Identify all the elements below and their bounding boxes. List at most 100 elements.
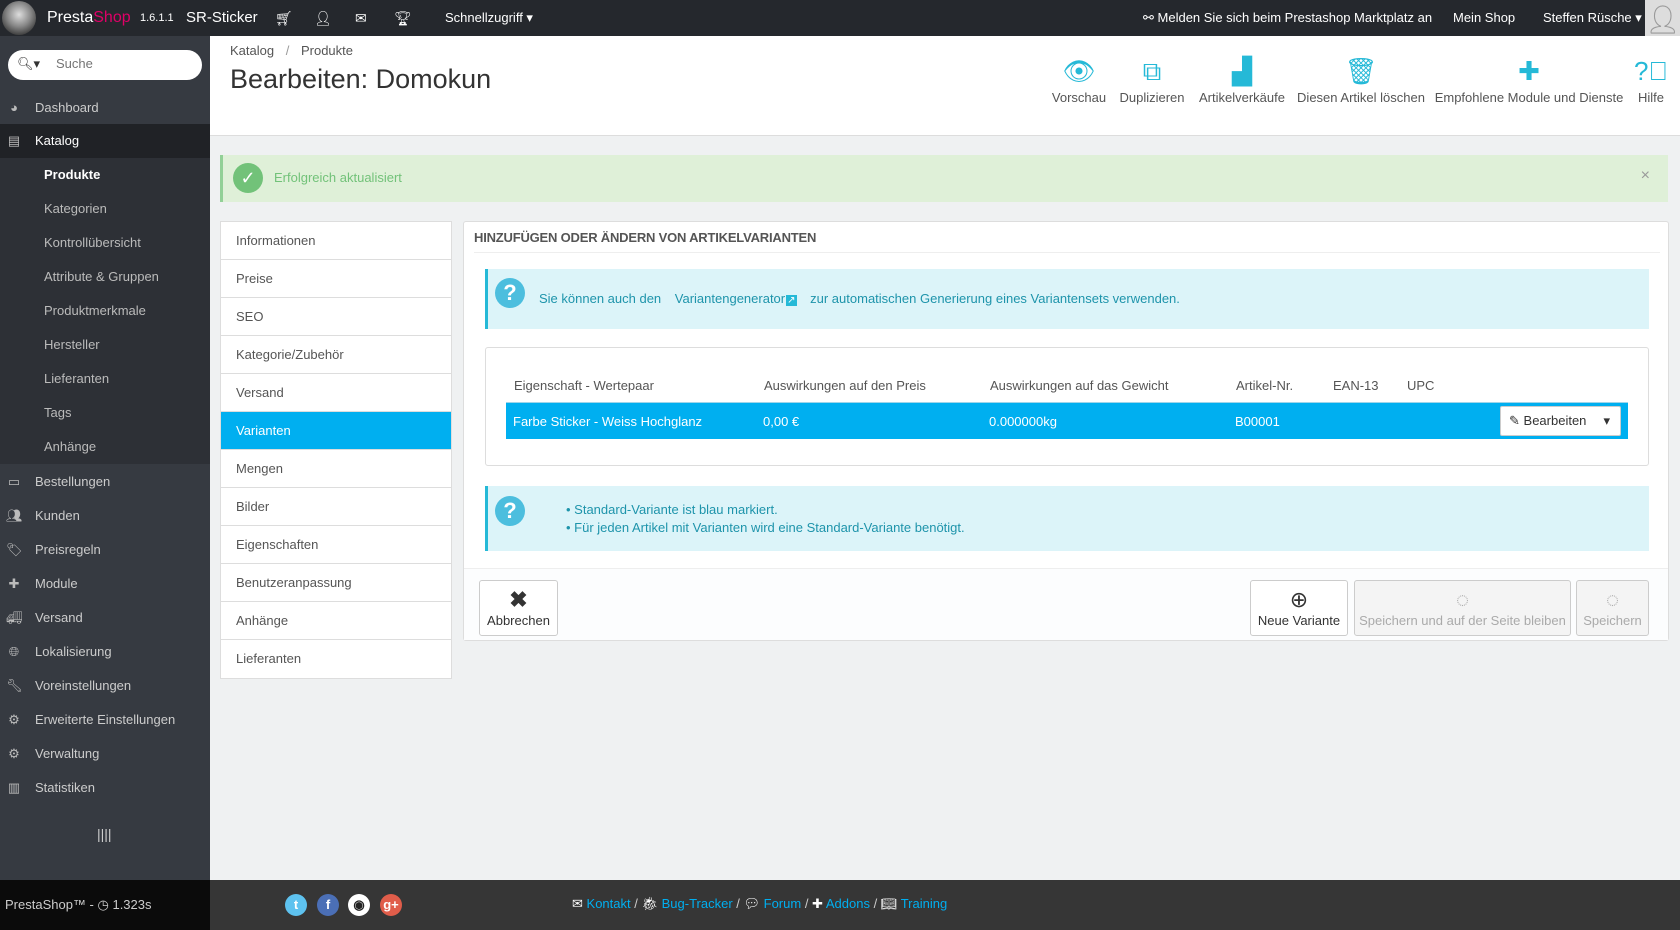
mail-icon[interactable]: ✉ [355, 0, 367, 36]
sidebar-item-kunden[interactable]: 👥︎ Kunden [0, 499, 210, 533]
breadcrumb: Katalog / Produkte [230, 43, 354, 58]
tab-varianten[interactable]: Varianten [221, 412, 451, 450]
generator-info: ? Sie können auch den Variantengenerator… [485, 269, 1649, 329]
sidebar-item-erweiterte-einstellungen[interactable]: ⚙ Erweiterte Einstellungen [0, 703, 210, 737]
question-icon: ? [495, 496, 525, 526]
sidebar-item-katalog[interactable]: ▤ Katalog [0, 124, 210, 158]
sidebar-item-voreinstellungen[interactable]: 🔧︎ Voreinstellungen [0, 669, 210, 703]
tab-seo[interactable]: SEO [221, 298, 451, 336]
tab-anhaenge[interactable]: Anhänge [221, 602, 451, 640]
addons-link[interactable]: Addons [826, 896, 870, 911]
trophy-icon[interactable]: 🏆︎ [394, 0, 412, 36]
tab-kategorie[interactable]: Kategorie/Zubehör [221, 336, 451, 374]
variants-table: Eigenschaft - Wertepaar Auswirkungen auf… [485, 347, 1649, 466]
breadcrumb-katalog[interactable]: Katalog [230, 43, 274, 58]
envelope-icon: ✉ [572, 896, 583, 911]
sidebar-item-verwaltung[interactable]: ⚙ Verwaltung [0, 737, 210, 771]
info-text-post: zur automatischen Generierung eines Vari… [810, 291, 1180, 306]
tab-eigenschaften[interactable]: Eigenschaften [221, 526, 451, 564]
spinner-icon: ◌ [1605, 587, 1620, 612]
user-menu[interactable]: Steffen Rüsche ▾ [1543, 0, 1642, 36]
trash-icon: 🗑︎ [1344, 56, 1378, 86]
sidebar-item-dashboard[interactable]: ◕ Dashboard [0, 91, 210, 125]
quick-access-dropdown[interactable]: Schnellzugriff ▾ [445, 0, 533, 36]
product-tabs: Informationen Preise SEO Kategorie/Zubeh… [220, 221, 452, 679]
training-link[interactable]: Training [901, 896, 947, 911]
col-header: Artikel-Nr. [1236, 378, 1294, 393]
save-and-stay-button[interactable]: ◌ Speichern und auf der Seite bleiben [1354, 580, 1571, 636]
cell-reference: B00001 [1235, 414, 1280, 429]
contact-link[interactable]: Kontakt [587, 896, 631, 911]
search-box[interactable]: 🔍︎▾ [8, 50, 202, 80]
shop-logo[interactable] [2, 1, 36, 35]
sidebar-sub-lieferanten[interactable]: Lieferanten [0, 362, 210, 396]
modules-button[interactable]: ✚ Empfohlene Module und Dienste [1435, 56, 1624, 105]
sidebar-sub-attribute[interactable]: Attribute & Gruppen [0, 260, 210, 294]
tab-versand[interactable]: Versand [221, 374, 451, 412]
caret-down-icon[interactable]: ▾ [1603, 407, 1610, 435]
github-icon[interactable]: ◉ [348, 894, 370, 916]
table-row[interactable]: Farbe Sticker - Weiss Hochglanz 0,00 € 0… [506, 402, 1628, 439]
tab-informationen[interactable]: Informationen [221, 222, 451, 260]
collapse-sidebar-icon[interactable]: |||| [97, 826, 112, 842]
book-icon: 📖︎ [880, 896, 898, 911]
tab-bilder[interactable]: Bilder [221, 488, 451, 526]
bug-tracker-link[interactable]: Bug-Tracker [662, 896, 733, 911]
dashboard-icon: ◕ [10, 100, 18, 115]
col-header: Auswirkungen auf den Preis [764, 378, 926, 393]
close-icon[interactable]: × [1641, 167, 1650, 185]
sidebar-sub-kontrolluebersicht[interactable]: Kontrollübersicht [0, 226, 210, 260]
avatar[interactable]: 👤︎ [1645, 0, 1680, 36]
footer: PrestaShop™ - ◷ 1.323s t f ◉ g+ ✉ Kontak… [0, 880, 1680, 930]
user-icon[interactable]: 👤︎ [314, 0, 332, 36]
search-icon[interactable]: 🔍︎▾ [17, 56, 40, 72]
sidebar-sub-anhaenge[interactable]: Anhänge [0, 430, 210, 464]
sidebar-item-lokalisierung[interactable]: 🌐︎ Lokalisierung [0, 635, 210, 669]
puzzle-icon: ✚ [812, 896, 823, 911]
info-text: Sie können auch den [539, 291, 662, 306]
facebook-icon[interactable]: f [317, 894, 339, 916]
my-shop-link[interactable]: Mein Shop [1453, 0, 1515, 36]
duplicate-button[interactable]: ⧉ Duplizieren [1119, 56, 1184, 105]
tab-mengen[interactable]: Mengen [221, 450, 451, 488]
variant-generator-link[interactable]: Variantengenerator ↗ [675, 291, 797, 306]
google-plus-icon[interactable]: g+ [380, 894, 402, 916]
sidebar-item-module[interactable]: ✚ Module [0, 567, 210, 601]
shop-name[interactable]: SR-Sticker [186, 0, 258, 36]
edit-button[interactable]: ✎ Bearbeiten ▾ [1500, 406, 1621, 436]
forum-link[interactable]: Forum [764, 896, 802, 911]
sales-button[interactable]: ▟ Artikelverkäufe [1199, 56, 1285, 105]
sidebar-sub-tags[interactable]: Tags [0, 396, 210, 430]
cart-icon[interactable]: 🛒︎ [275, 0, 293, 36]
footer-version: PrestaShop™ - ◷ 1.323s [0, 880, 210, 930]
sidebar-item-bestellungen[interactable]: ▭ Bestellungen [0, 465, 210, 499]
new-variant-button[interactable]: ⊕ Neue Variante [1250, 580, 1348, 636]
help-button[interactable]: ?⃝ Hilfe [1634, 56, 1668, 105]
breadcrumb-produkte[interactable]: Produkte [301, 43, 353, 58]
sidebar-sub-kategorien[interactable]: Kategorien [0, 192, 210, 226]
marketplace-link[interactable]: ⚯ Melden Sie sich beim Prestashop Marktp… [1143, 0, 1432, 36]
tab-preise[interactable]: Preise [221, 260, 451, 298]
cancel-button[interactable]: ✖ Abbrechen [479, 580, 558, 636]
sidebar-sub-hersteller[interactable]: Hersteller [0, 328, 210, 362]
twitter-icon[interactable]: t [285, 894, 307, 916]
tab-benutzeranpassung[interactable]: Benutzeranpassung [221, 564, 451, 602]
search-input[interactable] [56, 56, 186, 71]
note-item: • Standard-Variante ist blau markiert. [566, 502, 778, 517]
sidebar-sub-produktmerkmale[interactable]: Produktmerkmale [0, 294, 210, 328]
alert-text: Erfolgreich aktualisiert [274, 170, 402, 185]
book-icon: ▤ [7, 133, 21, 148]
sidebar-item-preisregeln[interactable]: 🏷︎ Preisregeln [0, 533, 210, 567]
tab-lieferanten[interactable]: Lieferanten [221, 640, 451, 678]
sidebar: 🔍︎▾ ◕Dashboard ▤Katalog Produkte Kategor… [0, 36, 210, 880]
sidebar-sub-produkte[interactable]: Produkte [0, 158, 210, 192]
delete-button[interactable]: 🗑︎ Diesen Artikel löschen [1297, 56, 1425, 105]
sidebar-item-statistiken[interactable]: ▥ Statistiken [0, 771, 210, 805]
gear-icon: ⚙ [8, 746, 20, 761]
save-button[interactable]: ◌ Speichern [1576, 580, 1649, 636]
page-header: Katalog / Produkte Bearbeiten: Domokun 👁… [210, 36, 1680, 136]
bar-chart-icon: ▟ [1231, 56, 1252, 86]
tags-icon: 🏷︎ [6, 542, 23, 557]
preview-button[interactable]: 👁︎ Vorschau [1052, 56, 1106, 105]
sidebar-item-versand[interactable]: 🚚︎ Versand [0, 601, 210, 635]
